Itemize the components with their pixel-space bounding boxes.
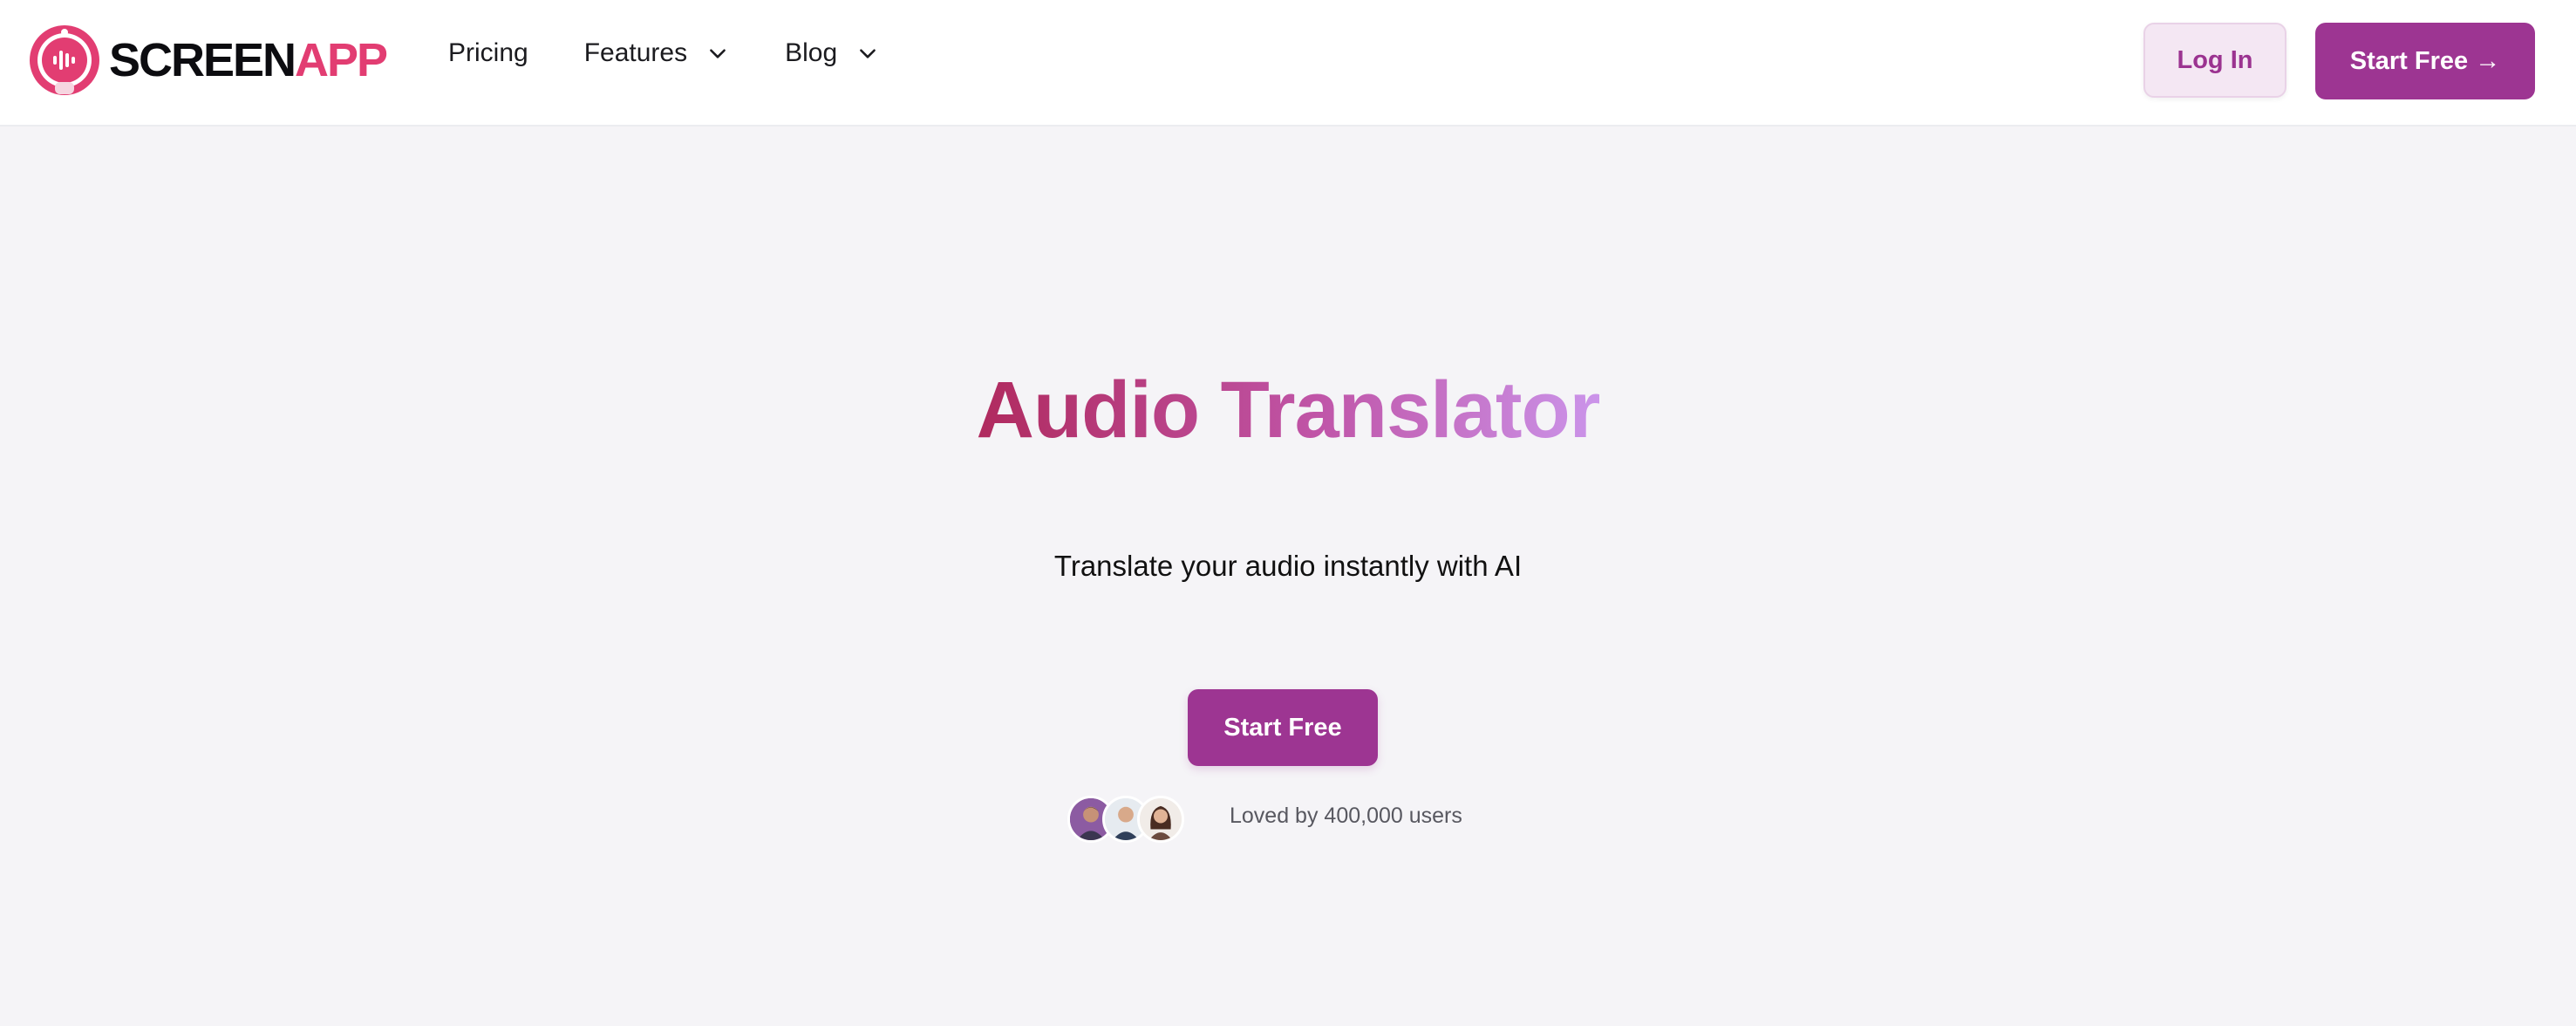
login-button[interactable]: Log In (2143, 23, 2286, 98)
screenapp-logo[interactable]: SCREENAPP (29, 24, 388, 97)
hero-start-free-button[interactable]: Start Free (1188, 689, 1378, 766)
site-header: SCREENAPP Pricing Features Blog Log In S… (0, 0, 2576, 127)
nav-features-dropdown[interactable]: Features (584, 38, 729, 68)
nav-blog-label: Blog (785, 38, 838, 67)
logo-word-app: APP (295, 34, 388, 86)
nav-pricing[interactable]: Pricing (448, 38, 528, 68)
chevron-down-icon (860, 49, 876, 58)
header-start-free-button[interactable]: Start Free → (2315, 23, 2535, 99)
robot-microphone-logo-icon (30, 25, 99, 95)
social-proof-text: Loved by 400,000 users (1230, 804, 1462, 828)
nav-pricing-label: Pricing (448, 38, 528, 67)
logo-word-screen: SCREEN (109, 34, 296, 86)
main-nav: Pricing Features Blog (448, 38, 879, 68)
page-title-text: Audio Translator (976, 366, 1601, 455)
logo-wordmark: SCREENAPP (109, 34, 388, 86)
nav-blog-dropdown[interactable]: Blog (785, 38, 879, 68)
avatar (1137, 796, 1184, 843)
user-avatars (1067, 796, 1189, 845)
chevron-down-icon (710, 49, 726, 58)
nav-features-label: Features (583, 38, 688, 67)
page-title: Audio Translator (0, 358, 2576, 462)
hero-subtitle: Translate your audio instantly with AI (1053, 550, 1523, 582)
